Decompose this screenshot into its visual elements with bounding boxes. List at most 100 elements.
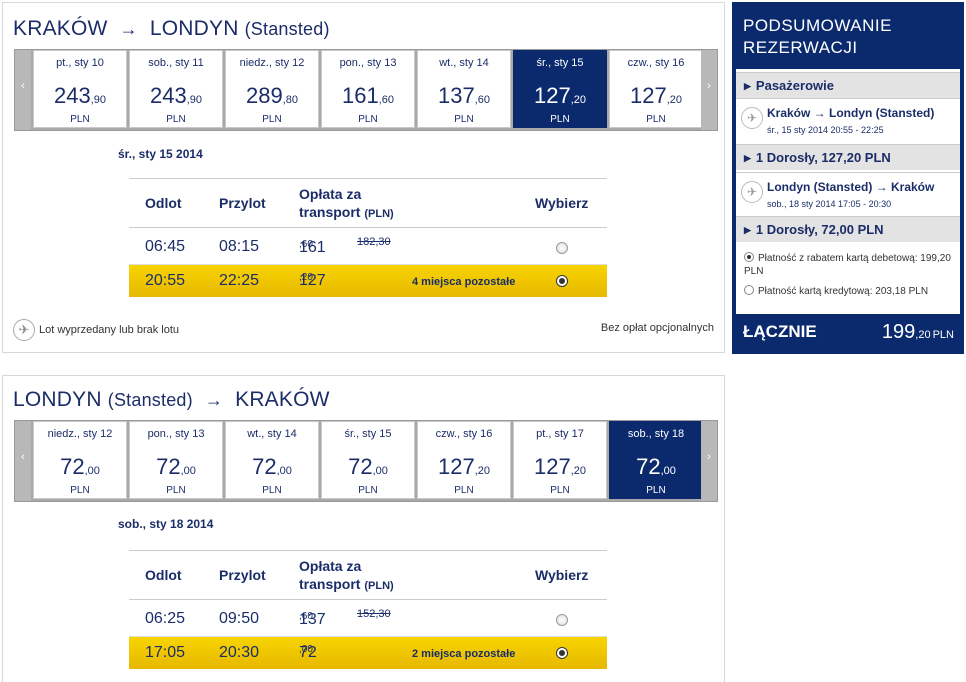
route-arrow: → xyxy=(119,19,138,39)
flight-row[interactable]: 06:45 08:15 161,60 182,30 xyxy=(129,228,607,265)
flight-arrival: 08:15 xyxy=(219,238,260,255)
total-label: ŁĄCZNIE xyxy=(743,322,817,341)
outbound-origin: KRAKÓW xyxy=(13,17,108,40)
date-label: niedz., sty 12 xyxy=(239,57,305,69)
outbound-next-dates-button[interactable]: › xyxy=(701,50,717,130)
date-option[interactable]: wt., sty 14 72,00 PLN xyxy=(225,421,319,499)
header-fee: Opłata za transport (PLN) xyxy=(299,558,394,592)
date-currency: PLN xyxy=(454,114,474,125)
seats-remaining: 2 miejsca pozostałe xyxy=(412,648,516,660)
return-origin-airport: (Stansted) xyxy=(107,390,193,410)
plane-icon: ✈ xyxy=(741,181,763,203)
credit-radio[interactable] xyxy=(744,285,754,295)
no-optional-fees-note: Bez opłat opcjonalnych xyxy=(600,322,714,334)
flight-select-radio[interactable] xyxy=(556,647,568,659)
payment-debit-option[interactable]: Płatność z rabatem kartą debetową: 199,2… xyxy=(744,252,956,278)
flights-table-header: Odlot Przylot Opłata za transport (PLN) W… xyxy=(129,550,607,600)
return-next-dates-button[interactable]: › xyxy=(701,421,717,501)
return-prev-dates-button[interactable]: ‹ xyxy=(15,421,31,501)
date-label: śr., sty 15 xyxy=(536,57,584,69)
summary-flight-route: Kraków → Londyn (Stansted) xyxy=(767,106,935,120)
date-price: 161,60 xyxy=(341,83,394,108)
date-currency: PLN xyxy=(166,114,186,125)
date-label: czw., sty 16 xyxy=(627,57,685,69)
date-currency: PLN xyxy=(646,114,666,125)
outbound-date-selector: ‹ pt., sty 10 243,90 PLN sob., sty 11 243,90… xyxy=(14,49,718,131)
date-option[interactable]: pt., sty 10 243,90 PLN xyxy=(33,50,127,128)
sold-out-legend: ✈ Lot wyprzedany lub brak lotu xyxy=(13,319,179,341)
flight-arrival: 22:25 xyxy=(219,272,260,289)
flight-row[interactable]: 20:55 22:25 127,20 4 miejsca pozostałe xyxy=(129,265,607,297)
total-amount: 199,20 PLN xyxy=(881,321,954,343)
date-price: 72,00 xyxy=(348,454,388,479)
date-option[interactable]: pon., sty 13 72,00 PLN xyxy=(129,421,223,499)
plane-icon: ✈ xyxy=(741,107,763,129)
outbound-fare-toggle[interactable]: ▶ 1 Dorosły, 127,20 PLN xyxy=(736,144,960,170)
outbound-selected-date: śr., sty 15 2014 xyxy=(118,147,203,161)
date-option[interactable]: sob., sty 11 243,90 PLN xyxy=(129,50,223,128)
date-option[interactable]: śr., sty 15 72,00 PLN xyxy=(321,421,415,499)
date-currency: PLN xyxy=(550,485,570,496)
date-option[interactable]: pon., sty 13 161,60 PLN xyxy=(321,50,415,128)
header-departure: Odlot xyxy=(145,567,182,583)
date-option[interactable]: sob., sty 18 72,00 PLN xyxy=(609,421,703,499)
date-price: 137,60 xyxy=(437,83,490,108)
flight-departure: 20:55 xyxy=(145,272,186,289)
return-panel: LONDYN (Stansted) → KRAKÓW ‹ niedz., sty… xyxy=(2,375,725,682)
flight-row[interactable]: 17:05 20:30 72,00 2 miejsca pozostałe xyxy=(129,637,607,669)
date-currency: PLN xyxy=(262,114,282,125)
date-option[interactable]: wt., sty 14 137,60 PLN xyxy=(417,50,511,128)
flight-arrival: 20:30 xyxy=(219,644,260,661)
passengers-toggle[interactable]: ▶ Pasażerowie xyxy=(736,72,960,98)
date-option[interactable]: niedz., sty 12 72,00 PLN xyxy=(33,421,127,499)
date-option[interactable]: niedz., sty 12 289,80 PLN xyxy=(225,50,319,128)
summary-flight-outbound: ✈ Kraków → Londyn (Stansted) śr., 15 sty… xyxy=(736,98,960,142)
header-arrival: Przylot xyxy=(219,195,266,211)
payment-credit-option[interactable]: Płatność kartą kredytową: 203,18 PLN xyxy=(744,285,956,298)
flight-select-radio[interactable] xyxy=(556,242,568,254)
return-selected-date: sob., sty 18 2014 xyxy=(118,517,214,531)
flights-table-header: Odlot Przylot Opłata za transport (PLN) W… xyxy=(129,178,607,228)
outbound-destination: LONDYN xyxy=(149,17,239,40)
date-label: niedz., sty 12 xyxy=(47,428,113,440)
date-label: śr., sty 15 xyxy=(344,428,392,440)
date-price: 289,80 xyxy=(245,83,298,108)
flight-old-price: 182,30 xyxy=(357,236,391,248)
return-route-title: LONDYN (Stansted) → KRAKÓW xyxy=(13,388,330,412)
flight-departure: 06:45 xyxy=(145,238,186,255)
summary-title: PODSUMOWANIE REZERWACJI xyxy=(743,16,892,57)
return-destination: KRAKÓW xyxy=(235,388,330,411)
date-currency: PLN xyxy=(358,485,378,496)
header-fee: Opłata za transport (PLN) xyxy=(299,186,394,220)
outbound-flights-table: Odlot Przylot Opłata za transport (PLN) W… xyxy=(129,178,607,297)
date-option[interactable]: pt., sty 17 127,20 PLN xyxy=(513,421,607,499)
summary-flight-time: śr., 15 sty 2014 20:55 - 22:25 xyxy=(767,125,884,135)
flight-departure: 06:25 xyxy=(145,610,186,627)
seats-remaining: 4 miejsca pozostałe xyxy=(412,276,516,288)
date-price: 127,20 xyxy=(533,454,586,479)
return-fare-toggle[interactable]: ▶ 1 Dorosły, 72,00 PLN xyxy=(736,216,960,242)
date-label: sob., sty 18 xyxy=(627,428,685,440)
flight-select-radio[interactable] xyxy=(556,614,568,626)
header-select: Wybierz xyxy=(535,195,589,211)
date-price: 243,90 xyxy=(53,83,106,108)
plane-icon: ✈ xyxy=(13,319,35,341)
flight-select-radio[interactable] xyxy=(556,275,568,287)
debit-radio[interactable] xyxy=(744,252,754,262)
flight-row[interactable]: 06:25 09:50 137,60 152,30 xyxy=(129,600,607,637)
return-flights-table: Odlot Przylot Opłata za transport (PLN) W… xyxy=(129,550,607,669)
summary-flight-route: Londyn (Stansted) → Kraków xyxy=(767,180,935,194)
date-currency: PLN xyxy=(646,485,666,496)
date-option[interactable]: czw., sty 16 127,20 PLN xyxy=(609,50,703,128)
outbound-prev-dates-button[interactable]: ‹ xyxy=(15,50,31,130)
date-currency: PLN xyxy=(454,485,474,496)
date-currency: PLN xyxy=(70,114,90,125)
date-price: 72,00 xyxy=(60,454,100,479)
header-select: Wybierz xyxy=(535,567,589,583)
date-price: 127,20 xyxy=(629,83,682,108)
date-option[interactable]: czw., sty 16 127,20 PLN xyxy=(417,421,511,499)
date-currency: PLN xyxy=(70,485,90,496)
triangle-right-icon: ▶ xyxy=(744,153,751,163)
booking-summary: PODSUMOWANIE REZERWACJI ▶ Pasażerowie ✈ K… xyxy=(732,2,964,354)
date-option[interactable]: śr., sty 15 127,20 PLN xyxy=(513,50,607,128)
